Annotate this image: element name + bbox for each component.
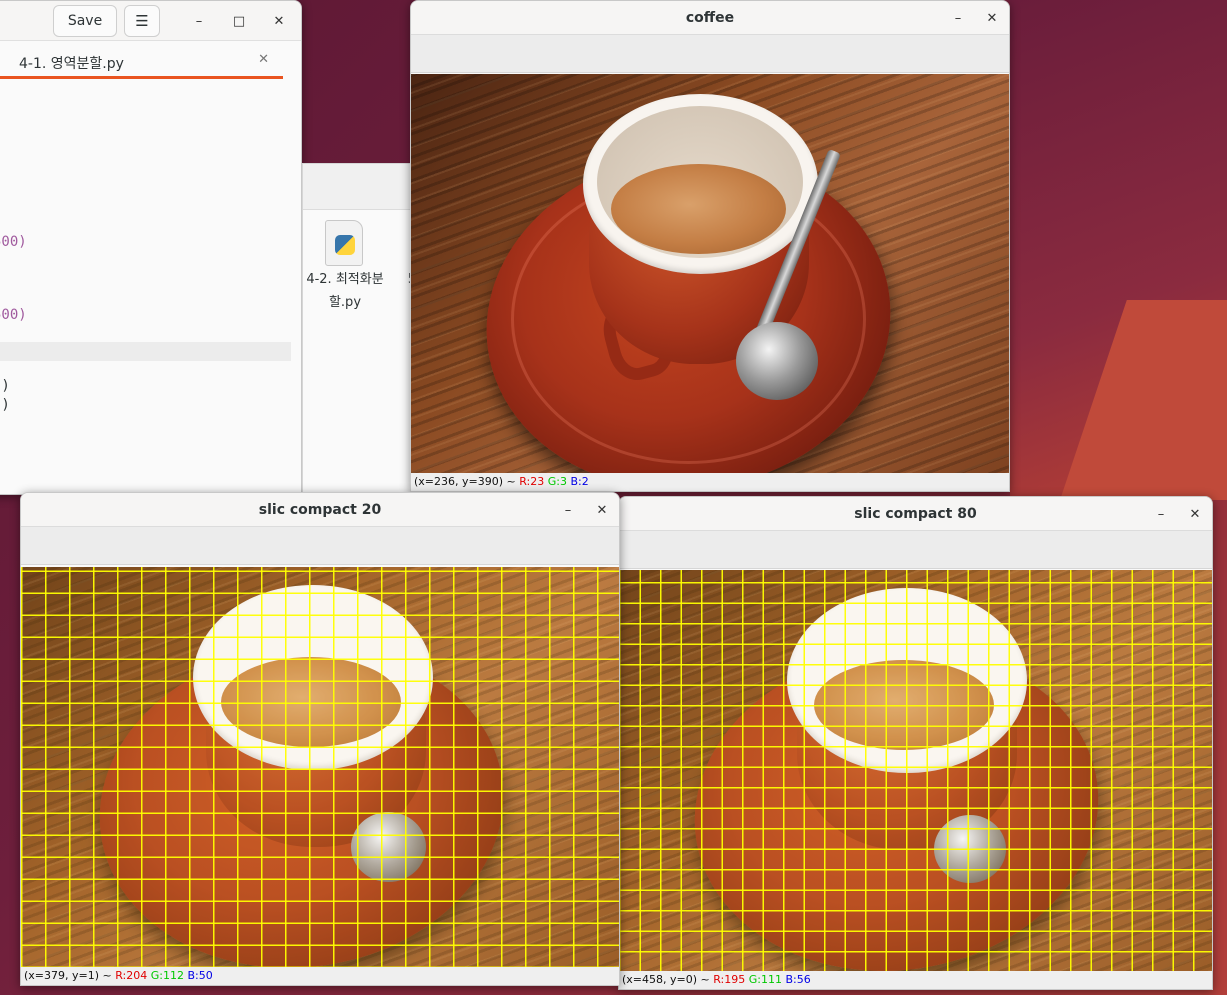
tab-label: 4-1. 영역분할.py <box>19 56 124 72</box>
file-label-line: 4-2. 최적화분 <box>306 272 384 287</box>
tab-close-icon[interactable]: ✕ <box>258 52 269 67</box>
status-g: G:3 <box>547 475 567 488</box>
slic80-toolbar <box>619 531 1212 569</box>
file-label-line: 할.py <box>328 295 362 310</box>
python-logo-icon <box>335 235 355 255</box>
coffee-toolbar <box>411 35 1009 73</box>
minimize-icon[interactable]: – <box>190 12 208 30</box>
code-line: )) <box>0 378 10 394</box>
maximize-icon[interactable]: □ <box>230 12 248 30</box>
code-line: 500) <box>0 307 27 323</box>
slic20-toolbar <box>21 527 619 565</box>
status-coords: (x=458, y=0) ~ <box>622 973 710 986</box>
hamburger-menu-icon[interactable]: ☰ <box>124 5 160 37</box>
window-title: coffee <box>685 9 735 26</box>
espresso-crema <box>611 164 786 254</box>
coffee-titlebar[interactable]: coffee – ✕ <box>411 1 1009 35</box>
slic-compact-80-window: slic compact 80 – ✕ (x=458, y=0) ~ R:195… <box>618 496 1213 990</box>
slic80-image[interactable] <box>619 570 1212 973</box>
status-coords: (x=379, y=1) ~ <box>24 969 112 982</box>
close-icon[interactable]: ✕ <box>983 9 1001 27</box>
status-r: R:204 <box>115 969 148 982</box>
close-icon[interactable]: ✕ <box>1186 505 1204 523</box>
minimize-icon[interactable]: – <box>949 9 967 27</box>
minimize-icon[interactable]: – <box>1152 505 1170 523</box>
editor-tabbar: 4-1. 영역분할.py ✕ <box>0 41 301 79</box>
minimize-icon[interactable]: – <box>559 501 577 519</box>
slic80-titlebar[interactable]: slic compact 80 – ✕ <box>619 497 1212 531</box>
spoon-bowl <box>736 322 818 400</box>
status-g: G:111 <box>748 973 782 986</box>
text-editor-window: Save ☰ – □ ✕ 4-1. 영역분할.py ✕ 500) 500) ))… <box>0 0 302 495</box>
status-b: B:2 <box>570 475 589 488</box>
status-r: R:195 <box>713 973 746 986</box>
close-icon[interactable]: ✕ <box>270 12 288 30</box>
code-line: )) <box>0 397 10 413</box>
slic20-titlebar[interactable]: slic compact 20 – ✕ <box>21 493 619 527</box>
window-title: slic compact 80 <box>854 505 977 522</box>
status-g: G:112 <box>150 969 184 982</box>
python-file-icon[interactable] <box>325 220 363 266</box>
file-manager-header <box>303 164 411 210</box>
status-coords: (x=236, y=390) ~ <box>414 475 516 488</box>
slic20-statusbar: (x=379, y=1) ~ R:204 G:112 B:50 <box>21 967 619 985</box>
slic20-image[interactable] <box>21 567 619 968</box>
status-b: B:56 <box>785 973 811 986</box>
slic80-statusbar: (x=458, y=0) ~ R:195 G:111 B:56 <box>619 971 1212 989</box>
segment-tint <box>619 570 1212 973</box>
file-manager-window: 4-2. 최적화분 할.py 5 <box>302 163 416 493</box>
coffee-image[interactable] <box>411 74 1009 474</box>
status-b: B:50 <box>187 969 213 982</box>
code-line: 500) <box>0 234 27 250</box>
file-label[interactable]: 4-2. 최적화분 할.py <box>303 268 387 314</box>
segment-tint <box>21 567 619 968</box>
tab-4-1[interactable]: 4-1. 영역분할.py ✕ <box>0 41 283 79</box>
coffee-window: coffee – ✕ (x=236, y=390) ~ R:23 G:3 B:2 <box>410 0 1010 492</box>
current-line-highlight <box>0 342 291 361</box>
save-button[interactable]: Save <box>53 5 117 37</box>
editor-headerbar: Save ☰ – □ ✕ <box>0 1 301 41</box>
status-r: R:23 <box>519 475 545 488</box>
slic-compact-20-window: slic compact 20 – ✕ (x=379, y=1) ~ R:204… <box>20 492 620 986</box>
window-title: slic compact 20 <box>258 501 382 518</box>
coffee-statusbar: (x=236, y=390) ~ R:23 G:3 B:2 <box>411 473 1009 491</box>
close-icon[interactable]: ✕ <box>593 501 611 519</box>
